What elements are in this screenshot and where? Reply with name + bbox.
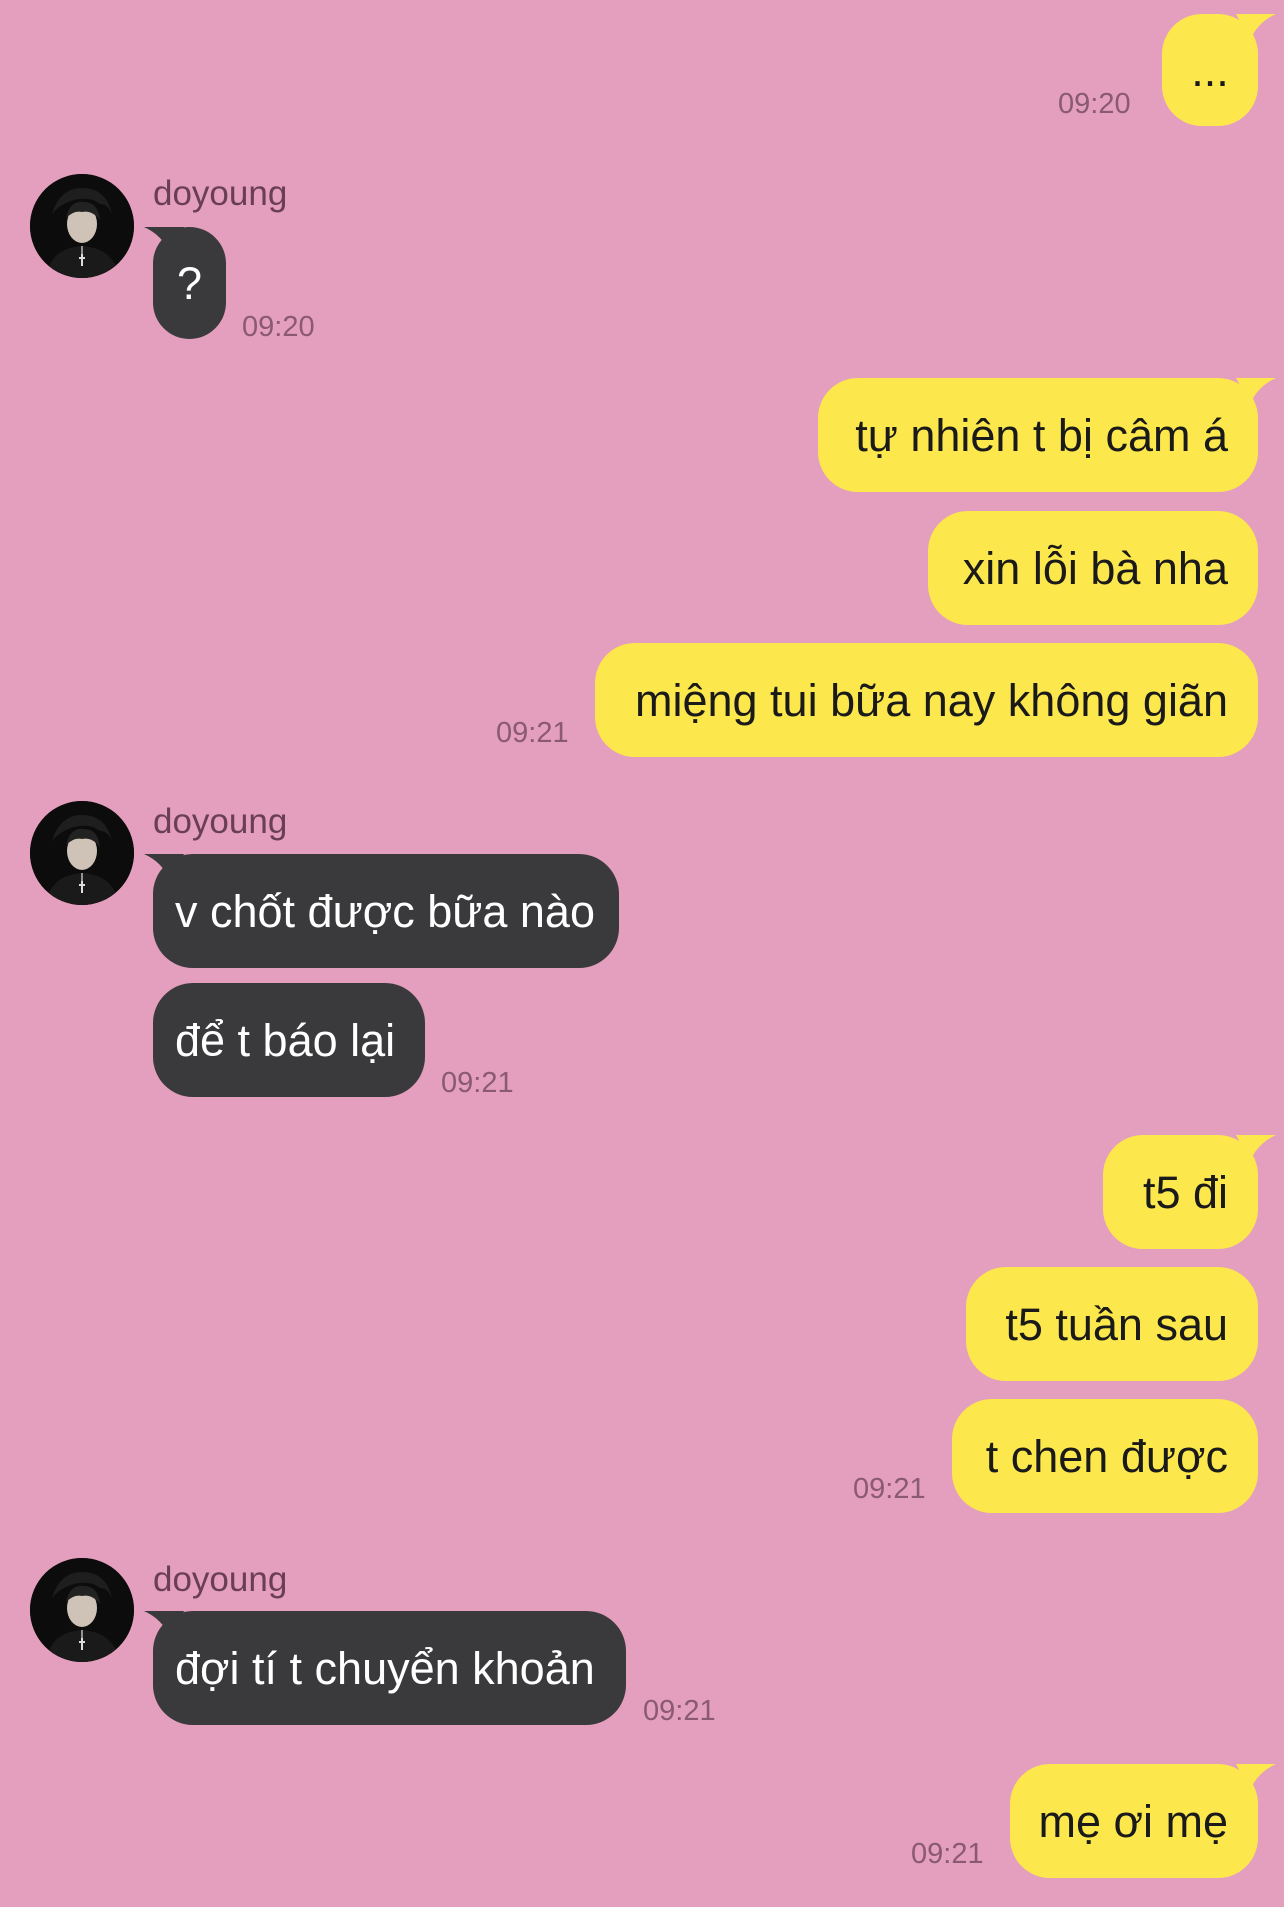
message-text: t chen được: [985, 1430, 1228, 1482]
message-text: để t báo lại: [175, 1014, 396, 1066]
incoming-message-bubble[interactable]: v chốt được bữa nào: [153, 854, 619, 968]
avatar-photo-icon: [30, 801, 134, 905]
message-text: xin lỗi bà nha: [962, 542, 1228, 594]
outgoing-message-bubble[interactable]: mẹ ơi mẹ: [1010, 1764, 1258, 1878]
sender-name: doyoung: [153, 802, 288, 841]
message-text: t5 tuần sau: [1005, 1298, 1228, 1350]
message-timestamp: 09:21: [853, 1473, 926, 1505]
message-text: ...: [1191, 44, 1229, 96]
outgoing-message-bubble[interactable]: miệng tui bữa nay không giãn: [595, 643, 1258, 757]
message-text: v chốt được bữa nào: [175, 885, 595, 937]
incoming-bubble-tail: [144, 1611, 184, 1637]
message-timestamp: 09:21: [643, 1695, 716, 1727]
incoming-bubble-tail: [144, 854, 184, 880]
message-text: mẹ ơi mẹ: [1038, 1795, 1228, 1847]
outgoing-message-bubble[interactable]: xin lỗi bà nha: [928, 511, 1258, 625]
incoming-message-bubble[interactable]: để t báo lại: [153, 983, 425, 1097]
contact-avatar[interactable]: [30, 174, 134, 278]
chat-thread[interactable]: ... 09:20 doyoung ? 09:20 tự nhiên t bị …: [0, 0, 1284, 1907]
message-text: t5 đi: [1142, 1166, 1228, 1218]
sender-name: doyoung: [153, 174, 288, 213]
incoming-bubble-tail: [144, 227, 184, 253]
outgoing-bubble-tail: [1236, 1764, 1276, 1790]
outgoing-bubble-tail: [1236, 1135, 1276, 1161]
outgoing-message-bubble[interactable]: t chen được: [952, 1399, 1258, 1513]
outgoing-bubble-tail: [1236, 14, 1276, 40]
message-timestamp: 09:20: [242, 311, 315, 343]
outgoing-message-bubble[interactable]: t5 đi: [1103, 1135, 1258, 1249]
contact-avatar[interactable]: [30, 1558, 134, 1662]
outgoing-bubble-tail: [1236, 378, 1276, 404]
sender-name: doyoung: [153, 1560, 288, 1599]
avatar-photo-icon: [30, 174, 134, 278]
outgoing-message-bubble[interactable]: tự nhiên t bị câm á: [818, 378, 1258, 492]
message-text: đợi tí t chuyển khoản: [175, 1642, 595, 1694]
incoming-message-bubble[interactable]: đợi tí t chuyển khoản: [153, 1611, 626, 1725]
outgoing-message-bubble[interactable]: t5 tuần sau: [966, 1267, 1258, 1381]
message-text: tự nhiên t bị câm á: [855, 409, 1228, 461]
avatar-photo-icon: [30, 1558, 134, 1662]
contact-avatar[interactable]: [30, 801, 134, 905]
message-text: miệng tui bữa nay không giãn: [634, 674, 1228, 726]
message-timestamp: 09:21: [441, 1067, 514, 1099]
message-text: ?: [176, 257, 203, 309]
message-timestamp: 09:21: [911, 1838, 984, 1870]
message-timestamp: 09:20: [1058, 88, 1131, 120]
message-timestamp: 09:21: [496, 717, 569, 749]
